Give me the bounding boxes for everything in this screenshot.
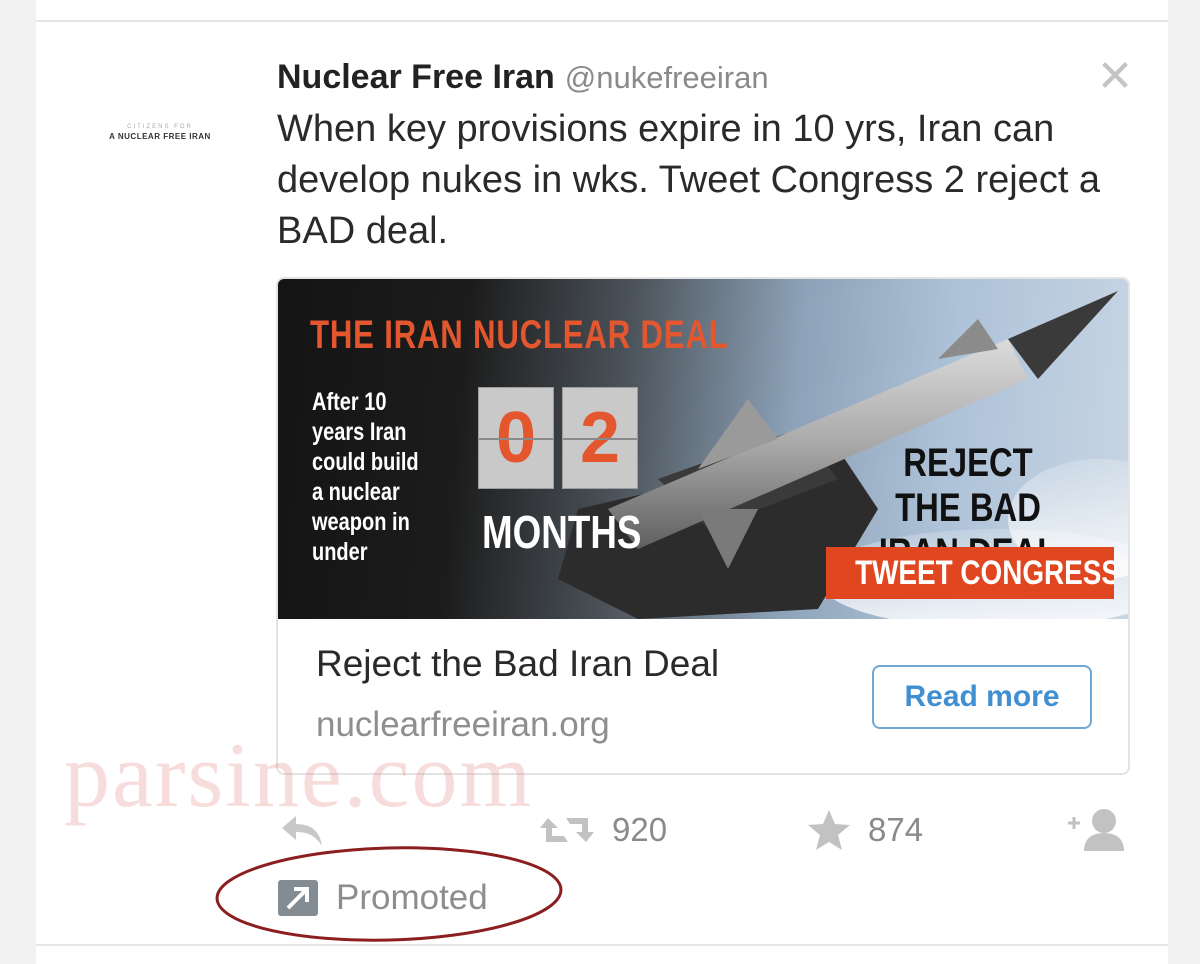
reply-icon bbox=[282, 816, 322, 846]
avatar-line-2: A NUCLEAR FREE IRAN bbox=[109, 132, 211, 141]
follow-button[interactable] bbox=[1066, 800, 1132, 860]
favorite-button[interactable]: 874 bbox=[806, 800, 923, 860]
promoted-arrow-icon bbox=[278, 880, 318, 916]
tweet-header: Nuclear Free Iran @nukefreeiran bbox=[277, 58, 769, 97]
author-name[interactable]: Nuclear Free Iran bbox=[277, 58, 555, 96]
favorite-count: 874 bbox=[868, 811, 924, 848]
author-handle[interactable]: @nukefreeiran bbox=[565, 60, 769, 95]
reply-button[interactable] bbox=[278, 800, 326, 860]
card-image[interactable]: THE IRAN NUCLEAR DEAL After 10 years Ira… bbox=[278, 279, 1128, 619]
retweet-count: 920 bbox=[612, 811, 668, 848]
card-title[interactable]: Reject the Bad Iran Deal bbox=[316, 643, 719, 685]
retweet-button[interactable]: 920 bbox=[538, 800, 667, 860]
tweet-actions: 920 874 bbox=[0, 800, 1200, 860]
tweet-text: When key provisions expire in 10 yrs, Ir… bbox=[277, 108, 1101, 252]
follow-icon bbox=[1068, 809, 1124, 851]
ad-description: After 10 years Iran could build a nuclea… bbox=[312, 388, 419, 566]
top-divider bbox=[36, 20, 1168, 22]
cta-label: TWEET CONGRESS bbox=[855, 554, 1114, 592]
link-card[interactable]: THE IRAN NUCLEAR DEAL After 10 years Ira… bbox=[276, 277, 1130, 775]
promoted-label: Promoted bbox=[276, 874, 488, 922]
avatar-line-1: CITIZENS FOR bbox=[127, 124, 193, 130]
tweet-congress-cta: TWEET CONGRESS bbox=[826, 547, 1114, 599]
bottom-divider bbox=[36, 944, 1168, 946]
months-label: MONTHS bbox=[482, 506, 642, 558]
read-more-button[interactable]: Read more bbox=[872, 665, 1092, 729]
avatar[interactable]: CITIZENS FOR A NUCLEAR FREE IRAN bbox=[76, 124, 244, 160]
flip-digit-2: 2 bbox=[562, 387, 638, 489]
ad-heading: THE IRAN NUCLEAR DEAL bbox=[310, 313, 729, 357]
promoted-text: Promoted bbox=[336, 878, 488, 917]
retweet-icon bbox=[540, 818, 594, 842]
close-icon[interactable]: ✕ bbox=[1094, 55, 1136, 99]
star-icon bbox=[808, 810, 850, 850]
flip-digit-1: 0 bbox=[478, 387, 554, 489]
